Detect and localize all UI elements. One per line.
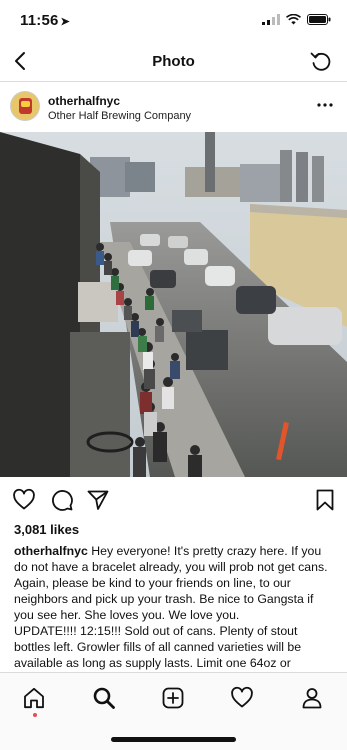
avatar[interactable]: [10, 91, 40, 121]
photo-illustration: [0, 132, 347, 477]
caption-username[interactable]: otherhalfnyc: [14, 544, 88, 558]
profile-icon[interactable]: [300, 686, 324, 710]
status-bar: 11:56 ➤: [0, 0, 347, 42]
caption-paragraph: otherhalfnyc Hey everyone! It's pretty c…: [14, 543, 334, 623]
status-time: 11:56 ➤: [20, 12, 70, 29]
page-title: Photo: [152, 53, 195, 70]
avatar-logo-detail: [21, 101, 30, 107]
wifi-icon: [286, 14, 301, 25]
status-icons: [262, 14, 331, 25]
post-photo[interactable]: [0, 132, 347, 477]
search-icon[interactable]: [92, 686, 116, 710]
tab-bar: [0, 672, 347, 750]
home-notification-dot: [33, 713, 37, 717]
signal-icon: [262, 14, 280, 25]
post-username[interactable]: otherhalfnyc: [48, 94, 120, 108]
caption-update: UPDATE!!!! 12:15!!! Sold out of cans. Pl…: [14, 624, 302, 670]
like-count[interactable]: 3,081 likes: [14, 522, 79, 537]
post-header: otherhalfnyc Other Half Brewing Company: [0, 82, 347, 132]
clock-text: 11:56: [20, 12, 59, 29]
like-heart-icon[interactable]: [12, 488, 36, 512]
nav-bar: Photo: [0, 42, 347, 82]
post-actions: [0, 482, 347, 518]
comment-icon[interactable]: [50, 488, 74, 512]
location-arrow-icon: ➤: [60, 16, 70, 28]
home-indicator: [111, 737, 236, 742]
post-caption: otherhalfnyc Hey everyone! It's pretty c…: [14, 543, 334, 671]
more-options-icon[interactable]: [317, 102, 333, 108]
new-post-icon[interactable]: [161, 686, 185, 710]
home-icon[interactable]: [22, 686, 46, 710]
post-location[interactable]: Other Half Brewing Company: [48, 110, 191, 122]
share-icon[interactable]: [86, 488, 110, 512]
activity-heart-icon[interactable]: [230, 686, 254, 710]
battery-icon: [307, 14, 331, 25]
refresh-icon[interactable]: [309, 49, 333, 73]
bookmark-icon[interactable]: [313, 488, 337, 512]
